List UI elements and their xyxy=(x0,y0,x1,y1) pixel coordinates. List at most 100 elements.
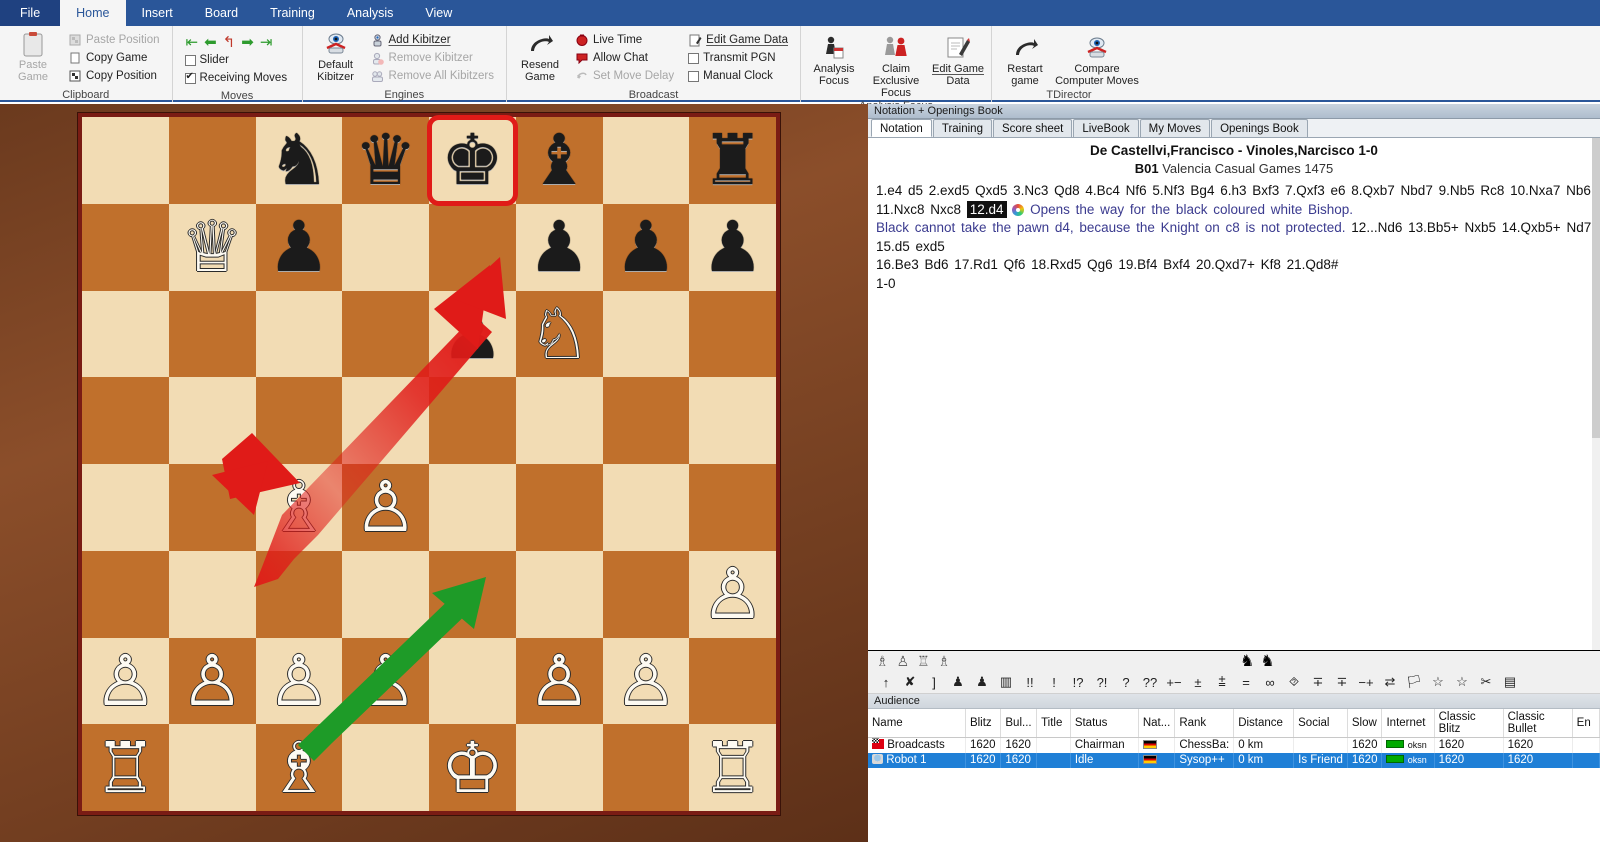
board-square-f8[interactable]: ♝ xyxy=(516,117,603,204)
annotation-symbol-12[interactable]: +− xyxy=(1162,675,1186,690)
annotation-symbol-2[interactable]: ] xyxy=(922,675,946,690)
piece-white-p-g2[interactable]: ♙ xyxy=(603,638,690,725)
board-square-e8[interactable]: ♚ xyxy=(429,117,516,204)
add-kibitzer-button[interactable]: Add Kibitzer xyxy=(368,31,497,49)
tab-score-sheet[interactable]: Score sheet xyxy=(993,119,1072,137)
board-square-d8[interactable]: ♛ xyxy=(342,117,429,204)
receiving-moves-checkbox[interactable] xyxy=(185,73,196,84)
piece-black-p-g7[interactable]: ♟ xyxy=(603,204,690,291)
piece-black-p-c7[interactable]: ♟ xyxy=(256,204,343,291)
piece-white-b-c4[interactable]: ♗ xyxy=(256,464,343,551)
annotation-symbol-18[interactable]: ∓ xyxy=(1306,674,1330,690)
board-square-h5[interactable] xyxy=(689,377,776,464)
board-square-h7[interactable]: ♟ xyxy=(689,204,776,291)
next-move-icon[interactable]: ➡ xyxy=(241,35,254,50)
piece-black-n-c8[interactable]: ♞ xyxy=(256,117,343,204)
audience-column-header-distance[interactable]: Distance xyxy=(1234,709,1294,738)
manual-clock-checkbox-row[interactable]: Manual Clock xyxy=(685,67,791,85)
ribbon-tab-file[interactable]: File xyxy=(0,0,60,26)
annotation-symbol-20[interactable]: −+ xyxy=(1354,675,1378,690)
audience-column-header-classic-blitz[interactable]: Classic Blitz xyxy=(1434,709,1503,738)
board-square-h1[interactable]: ♖ xyxy=(689,724,776,811)
audience-column-header-en[interactable]: En xyxy=(1572,709,1599,738)
board-square-b6[interactable] xyxy=(169,291,256,378)
audience-column-header-slow[interactable]: Slow xyxy=(1347,709,1382,738)
board-square-g2[interactable]: ♙ xyxy=(603,638,690,725)
white-bishop-alt-icon[interactable]: ♗ xyxy=(938,653,951,670)
audience-column-header-blitz[interactable]: Blitz xyxy=(965,709,1000,738)
board-square-g3[interactable] xyxy=(603,551,690,638)
piece-white-p-d2[interactable]: ♙ xyxy=(342,638,429,725)
board-square-e6[interactable]: ♟ xyxy=(429,291,516,378)
board-square-g1[interactable] xyxy=(603,724,690,811)
copy-position-button[interactable]: Copy Position xyxy=(65,67,163,85)
slider-checkbox[interactable] xyxy=(185,55,196,66)
allow-chat-button[interactable]: Allow Chat xyxy=(572,49,677,67)
piece-black-r-h8[interactable]: ♜ xyxy=(689,117,776,204)
white-rook-icon[interactable]: ♖ xyxy=(917,653,930,670)
undo-move-icon[interactable]: ↰ xyxy=(223,35,236,50)
black-knight-icon[interactable]: ♞ xyxy=(1240,651,1254,671)
piece-white-p-a2[interactable]: ♙ xyxy=(82,638,169,725)
board-square-g5[interactable] xyxy=(603,377,690,464)
default-kibitzer-button[interactable]: Default Kibitzer xyxy=(308,29,364,83)
edit-game-data-big-button[interactable]: Edit Game Data xyxy=(930,33,986,87)
piece-white-r-h1[interactable]: ♖ xyxy=(689,724,776,811)
audience-column-header-bul[interactable]: Bul... xyxy=(1001,709,1037,738)
annotation-symbol-21[interactable]: ⇄ xyxy=(1378,674,1402,690)
annotation-symbol-7[interactable]: ! xyxy=(1042,675,1066,690)
transmit-pgn-checkbox[interactable] xyxy=(688,53,699,64)
piece-white-p-h3[interactable]: ♙ xyxy=(689,551,776,638)
board-square-d3[interactable] xyxy=(342,551,429,638)
audience-table[interactable]: NameBlitzBul...TitleStatusNat...RankDist… xyxy=(868,709,1600,768)
board-square-d7[interactable] xyxy=(342,204,429,291)
annotation-symbol-17[interactable]: ⯑ xyxy=(1282,674,1306,690)
board-square-b8[interactable] xyxy=(169,117,256,204)
annotation-symbol-6[interactable]: !! xyxy=(1018,675,1042,690)
board-square-f4[interactable] xyxy=(516,464,603,551)
board-square-a2[interactable]: ♙ xyxy=(82,638,169,725)
board-square-f1[interactable] xyxy=(516,724,603,811)
black-knight-alt-icon[interactable]: ♞ xyxy=(1260,651,1274,671)
tab-my-moves[interactable]: My Moves xyxy=(1140,119,1210,137)
board-square-c3[interactable] xyxy=(256,551,343,638)
audience-column-header-status[interactable]: Status xyxy=(1070,709,1138,738)
live-time-button[interactable]: Live Time xyxy=(572,31,677,49)
claim-exclusive-focus-button[interactable]: Claim Exclusive Focus xyxy=(862,33,930,99)
board-square-c7[interactable]: ♟ xyxy=(256,204,343,291)
board-square-h3[interactable]: ♙ xyxy=(689,551,776,638)
remove-all-kibitzers-button[interactable]: Remove All Kibitzers xyxy=(368,67,497,85)
board-square-f6[interactable]: ♘ xyxy=(516,291,603,378)
annotation-symbol-3[interactable]: ♟ xyxy=(946,674,970,690)
audience-row[interactable]: Broadcasts16201620ChairmanChessBa:0 km16… xyxy=(868,738,1600,753)
transmit-pgn-checkbox-row[interactable]: Transmit PGN xyxy=(685,49,791,67)
last-move-icon[interactable]: ⇥ xyxy=(260,35,273,50)
board-square-d6[interactable] xyxy=(342,291,429,378)
board-square-e5[interactable] xyxy=(429,377,516,464)
audience-row[interactable]: Robot 116201620IdleSysop++0 kmIs Friend1… xyxy=(868,753,1600,768)
piece-white-p-c2[interactable]: ♙ xyxy=(256,638,343,725)
audience-column-header-nat[interactable]: Nat... xyxy=(1138,709,1174,738)
annotation-symbol-22[interactable]: 🏳 xyxy=(1402,674,1426,690)
move-line-3[interactable]: Black cannot take the pawn d4, because t… xyxy=(876,219,1592,256)
first-move-icon[interactable]: ⇤ xyxy=(186,35,199,50)
annotation-symbol-5[interactable]: ▥ xyxy=(994,674,1018,690)
board-square-f7[interactable]: ♟ xyxy=(516,204,603,291)
board-square-g7[interactable]: ♟ xyxy=(603,204,690,291)
board-square-e3[interactable] xyxy=(429,551,516,638)
board-square-d2[interactable]: ♙ xyxy=(342,638,429,725)
board-square-b2[interactable]: ♙ xyxy=(169,638,256,725)
ribbon-tab-board[interactable]: Board xyxy=(189,0,254,26)
annotation-symbol-11[interactable]: ?? xyxy=(1138,675,1162,690)
edit-game-data-button[interactable]: Edit Game Data xyxy=(685,31,791,49)
annotation-symbol-10[interactable]: ? xyxy=(1114,675,1138,690)
board-square-d4[interactable]: ♙ xyxy=(342,464,429,551)
resend-game-button[interactable]: Resend Game xyxy=(512,29,568,83)
chess-board[interactable]: ♞♛♚♝♜♕♟♟♟♟♟♘♗♙♙♙♙♙♙♙♙♖♗♔♖ xyxy=(82,117,776,811)
receiving-moves-checkbox-row[interactable]: Receiving Moves xyxy=(182,69,291,87)
previous-move-icon[interactable]: ⬅ xyxy=(204,35,217,50)
board-square-b1[interactable] xyxy=(169,724,256,811)
annotation-symbol-0[interactable]: ↑ xyxy=(874,675,898,690)
board-square-g8[interactable] xyxy=(603,117,690,204)
notation-scrollbar[interactable] xyxy=(1592,138,1600,650)
